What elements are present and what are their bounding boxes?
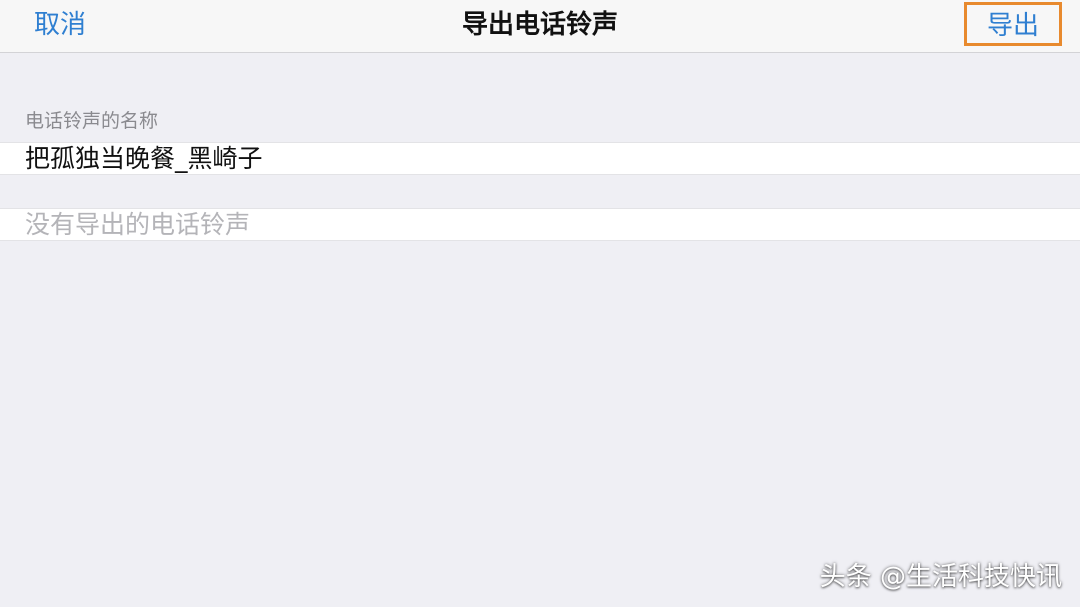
ringtone-name-label: 电话铃声的名称 [25, 110, 159, 132]
ringtone-name-input[interactable] [25, 143, 1055, 174]
navigation-bar: 取消 导出电话铃声 导出 [0, 0, 1080, 53]
watermark: 头条 @生活科技快讯 [819, 562, 1062, 592]
empty-list-message: 没有导出的电话铃声 [25, 210, 251, 239]
page-title: 导出电话铃声 [461, 10, 618, 40]
export-button[interactable]: 导出 [963, 2, 1062, 46]
ringtone-name-row [0, 142, 1080, 175]
exported-ringtones-list: 没有导出的电话铃声 [0, 208, 1080, 241]
